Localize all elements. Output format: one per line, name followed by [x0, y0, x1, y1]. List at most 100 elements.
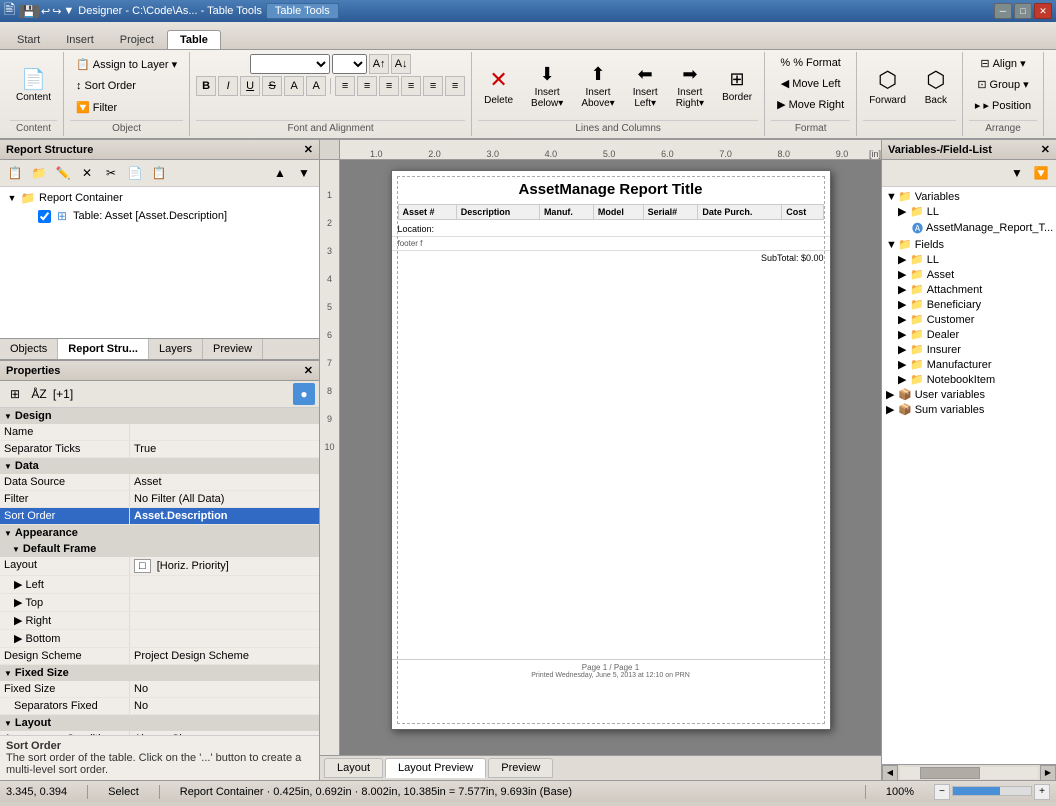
- data-section[interactable]: ▼ Data: [0, 458, 319, 474]
- tab-layers[interactable]: Layers: [149, 339, 203, 359]
- struct-btn-up[interactable]: ▲: [269, 162, 291, 184]
- props-btn-expand[interactable]: [+1]: [52, 383, 74, 405]
- align-top-button[interactable]: ≡: [423, 76, 443, 96]
- properties-close[interactable]: ✕: [304, 364, 313, 377]
- tab-objects[interactable]: Objects: [0, 339, 58, 359]
- align-button[interactable]: ⊟ Align ▾: [974, 54, 1031, 73]
- filter-button[interactable]: 🔽 Filter: [70, 98, 123, 117]
- tree-fields-insurer[interactable]: ▶ 📁 Insurer: [884, 342, 1054, 357]
- zoom-in-button[interactable]: +: [1034, 784, 1050, 800]
- align-center-button[interactable]: ≡: [357, 76, 377, 96]
- sort-order-button[interactable]: ↕ Sort Order: [70, 77, 142, 95]
- tree-fields-dealer[interactable]: ▶ 📁 Dealer: [884, 327, 1054, 342]
- defaultframe-section[interactable]: ▼ Default Frame: [0, 541, 319, 557]
- datasource-value[interactable]: Asset: [130, 474, 319, 490]
- separators-fixed-value[interactable]: No: [130, 698, 319, 714]
- delete-button[interactable]: ✕ Delete: [478, 63, 519, 110]
- variables-tree[interactable]: ▼ 📁 Variables ▶ 📁 LL 🅐 AssetManage_Repor…: [882, 187, 1056, 764]
- struct-btn-down[interactable]: ▼: [293, 162, 315, 184]
- font-size-select[interactable]: [332, 54, 367, 74]
- canvas-scroll[interactable]: AssetManage Report Title Asset # Descrip…: [340, 160, 881, 755]
- layout-section[interactable]: ▼ Layout: [0, 715, 319, 731]
- tree-fields-manufacturer[interactable]: ▶ 📁 Manufacturer: [884, 357, 1054, 372]
- report-structure-close[interactable]: ✕: [304, 143, 313, 156]
- struct-btn-delete[interactable]: ✕: [76, 162, 98, 184]
- left-expand[interactable]: ▶: [14, 579, 22, 591]
- separator-value[interactable]: True: [130, 441, 319, 457]
- position-button[interactable]: ▸ ▸ Position: [969, 96, 1037, 115]
- align-justify-button[interactable]: ≡: [401, 76, 421, 96]
- sortorder-value[interactable]: Asset.Description: [130, 508, 319, 524]
- props-btn-1[interactable]: ⊞: [4, 383, 26, 405]
- strikethrough-button[interactable]: S: [262, 76, 282, 96]
- forward-button[interactable]: ⬡ Forward: [863, 63, 912, 110]
- tree-fields-attachment[interactable]: ▶ 📁 Attachment: [884, 282, 1054, 297]
- right-panel-scrollbar[interactable]: ◀ ▶: [882, 764, 1056, 780]
- bottom-expand[interactable]: ▶: [14, 633, 22, 645]
- quick-undo[interactable]: ↩: [41, 5, 50, 18]
- struct-btn-1[interactable]: 📋: [4, 162, 26, 184]
- top-expand[interactable]: ▶: [14, 597, 22, 609]
- vars-dropdown-btn[interactable]: ▼: [1006, 162, 1028, 184]
- tree-fields-ll[interactable]: ▶ 📁 LL: [884, 252, 1054, 267]
- quick-redo[interactable]: ↪: [52, 5, 61, 18]
- maximize-button[interactable]: □: [1014, 3, 1032, 19]
- underline-button[interactable]: U: [240, 76, 260, 96]
- bold-button[interactable]: B: [196, 76, 216, 96]
- insert-left-button[interactable]: ⬅ InsertLeft▾: [627, 60, 664, 113]
- move-right-button[interactable]: ▶ Move Right: [771, 95, 850, 114]
- back-button[interactable]: ⬡ Back: [916, 63, 956, 110]
- minimize-button[interactable]: ─: [994, 3, 1012, 19]
- props-btn-active[interactable]: ●: [293, 383, 315, 405]
- struct-btn-2[interactable]: 📁: [28, 162, 50, 184]
- scroll-thumb[interactable]: [920, 767, 980, 779]
- design-section[interactable]: ▼ Design: [0, 408, 319, 424]
- font-color-button[interactable]: A: [284, 76, 304, 96]
- assign-to-layer-button[interactable]: 📋 Assign to Layer ▾: [70, 55, 183, 74]
- tree-sum-variables[interactable]: ▶ 📦 Sum variables: [884, 402, 1054, 417]
- italic-button[interactable]: I: [218, 76, 238, 96]
- zoom-out-button[interactable]: −: [934, 784, 950, 800]
- struct-btn-cut[interactable]: ✂: [100, 162, 122, 184]
- struct-btn-paste[interactable]: 📋: [148, 162, 170, 184]
- quick-menu[interactable]: ▼: [63, 5, 74, 18]
- tree-fields-customer[interactable]: ▶ 📁 Customer: [884, 312, 1054, 327]
- align-right-button[interactable]: ≡: [379, 76, 399, 96]
- fixedsize-value[interactable]: No: [130, 681, 319, 697]
- move-left-button[interactable]: ◀ Move Left: [775, 74, 847, 93]
- asset-checkbox[interactable]: [38, 210, 51, 223]
- font-size-decrease-button[interactable]: A↓: [391, 54, 411, 74]
- designscheme-value[interactable]: Project Design Scheme: [130, 648, 319, 664]
- font-name-select[interactable]: [250, 54, 330, 74]
- struct-btn-3[interactable]: ✏️: [52, 162, 74, 184]
- tree-fields[interactable]: ▼ 📁 Fields: [884, 237, 1054, 252]
- expander-report-container[interactable]: ▼: [4, 190, 20, 206]
- insert-above-button[interactable]: ⬆ InsertAbove▾: [575, 60, 620, 113]
- tab-insert[interactable]: Insert: [53, 30, 107, 49]
- tree-fields-beneficiary[interactable]: ▶ 📁 Beneficiary: [884, 297, 1054, 312]
- tab-table[interactable]: Table: [167, 30, 221, 49]
- struct-btn-copy[interactable]: 📄: [124, 162, 146, 184]
- tab-layout[interactable]: Layout: [324, 758, 383, 778]
- insert-right-button[interactable]: ➡ InsertRight▾: [670, 60, 710, 113]
- tab-layout-preview[interactable]: Layout Preview: [385, 758, 486, 778]
- close-button[interactable]: ✕: [1034, 3, 1052, 19]
- appearance-section[interactable]: ▼ Appearance: [0, 525, 319, 541]
- tree-report-container[interactable]: ▼ 📁 Report Container: [2, 189, 317, 207]
- filter-value[interactable]: No Filter (All Data): [130, 491, 319, 507]
- font-size-increase-button[interactable]: A↑: [369, 54, 389, 74]
- tree-user-variables[interactable]: ▶ 📦 User variables: [884, 387, 1054, 402]
- tab-preview[interactable]: Preview: [203, 339, 263, 359]
- tab-start[interactable]: Start: [4, 30, 53, 49]
- vars-filter-btn[interactable]: 🔽: [1030, 162, 1052, 184]
- tree-assetmanage-report[interactable]: 🅐 AssetManage_Report_T...: [884, 219, 1054, 237]
- insert-below-button[interactable]: ⬇ InsertBelow▾: [525, 60, 569, 113]
- scroll-right-btn[interactable]: ▶: [1040, 765, 1056, 781]
- format-percent-button[interactable]: % % Format: [774, 54, 846, 72]
- highlight-button[interactable]: A: [306, 76, 326, 96]
- tab-project[interactable]: Project: [107, 30, 167, 49]
- tree-vars-ll[interactable]: ▶ 📁 LL: [884, 204, 1054, 219]
- tree-fields-asset[interactable]: ▶ 📁 Asset: [884, 267, 1054, 282]
- props-sortorder-row[interactable]: Sort Order Asset.Description: [0, 508, 319, 525]
- align-bottom-button[interactable]: ≡: [445, 76, 465, 96]
